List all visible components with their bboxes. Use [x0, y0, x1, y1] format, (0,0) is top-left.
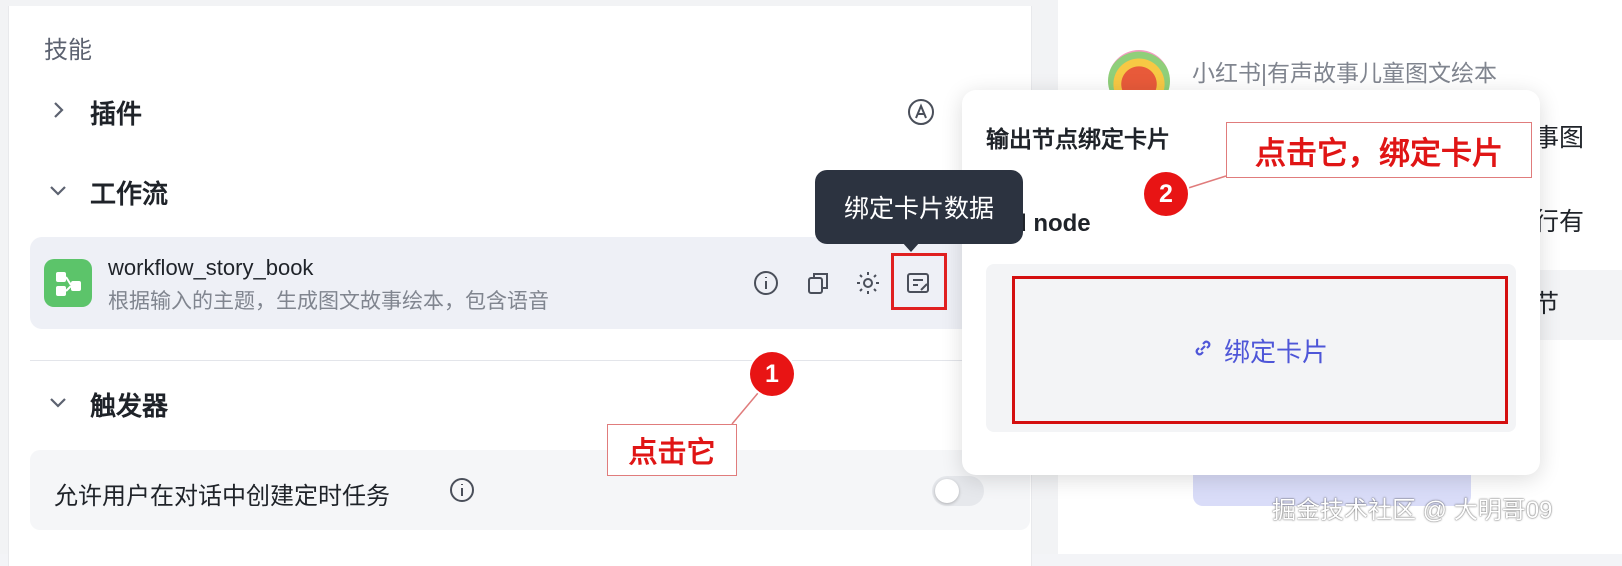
triggers-label: 触发器: [90, 391, 169, 421]
workflow-icon: [44, 259, 92, 307]
workflow-item[interactable]: workflow_story_book 根据输入的主题，生成图文故事绘本，包含语…: [30, 237, 1030, 329]
trigger-option-row: 允许用户在对话中创建定时任务: [30, 450, 1030, 530]
preview-text-fragment: 事图: [1534, 124, 1585, 152]
workflow-label: 工作流: [90, 179, 169, 209]
auto-mode-icon[interactable]: [906, 97, 936, 127]
tooltip-text: 绑定卡片数据: [843, 195, 994, 223]
popover-node-label: d node: [1012, 210, 1091, 237]
plugins-group-header[interactable]: 插件: [44, 92, 994, 132]
step1-callout: 点击它: [607, 424, 737, 476]
bind-card-label: 绑定卡片: [1223, 336, 1328, 367]
step-badge-1: 1: [750, 352, 794, 396]
step2-callout: 点击它，绑定卡片: [1226, 122, 1532, 178]
popover-title: 输出节点绑定卡片: [986, 126, 1170, 152]
chevron-down-icon: [50, 186, 66, 196]
skills-section-title: 技能: [44, 37, 92, 64]
step-badge-2: 2: [1144, 172, 1188, 216]
chevron-down-icon: [50, 398, 66, 408]
trigger-option-label: 允许用户在对话中创建定时任务: [54, 483, 390, 510]
tooltip-arrow: [902, 242, 920, 252]
bind-card-button[interactable]: 绑定卡片: [1012, 276, 1508, 424]
section-divider: [30, 360, 1030, 361]
copy-icon[interactable]: [804, 269, 832, 297]
gear-icon[interactable]: [854, 269, 882, 297]
plugins-label: 插件: [90, 99, 143, 129]
triggers-group-header[interactable]: 触发器: [44, 384, 994, 424]
watermark: 掘金技术社区 @ 大明哥09: [1272, 497, 1553, 524]
tooltip: 绑定卡片数据: [815, 170, 1023, 244]
workflow-description: 根据输入的主题，生成图文故事绘本，包含语音: [108, 290, 549, 313]
scheduled-task-toggle[interactable]: [932, 476, 984, 506]
info-icon[interactable]: [448, 476, 476, 504]
highlight-box-step1: [891, 253, 947, 310]
workflow-name: workflow_story_book: [108, 255, 314, 280]
chevron-right-icon: [54, 102, 64, 118]
info-icon[interactable]: [752, 269, 780, 297]
toggle-knob: [935, 479, 959, 503]
preview-text-fragment: 行有: [1534, 208, 1585, 236]
link-icon: [1192, 337, 1214, 364]
bot-title: 小红书|有声故事儿童图文绘本: [1192, 60, 1497, 86]
